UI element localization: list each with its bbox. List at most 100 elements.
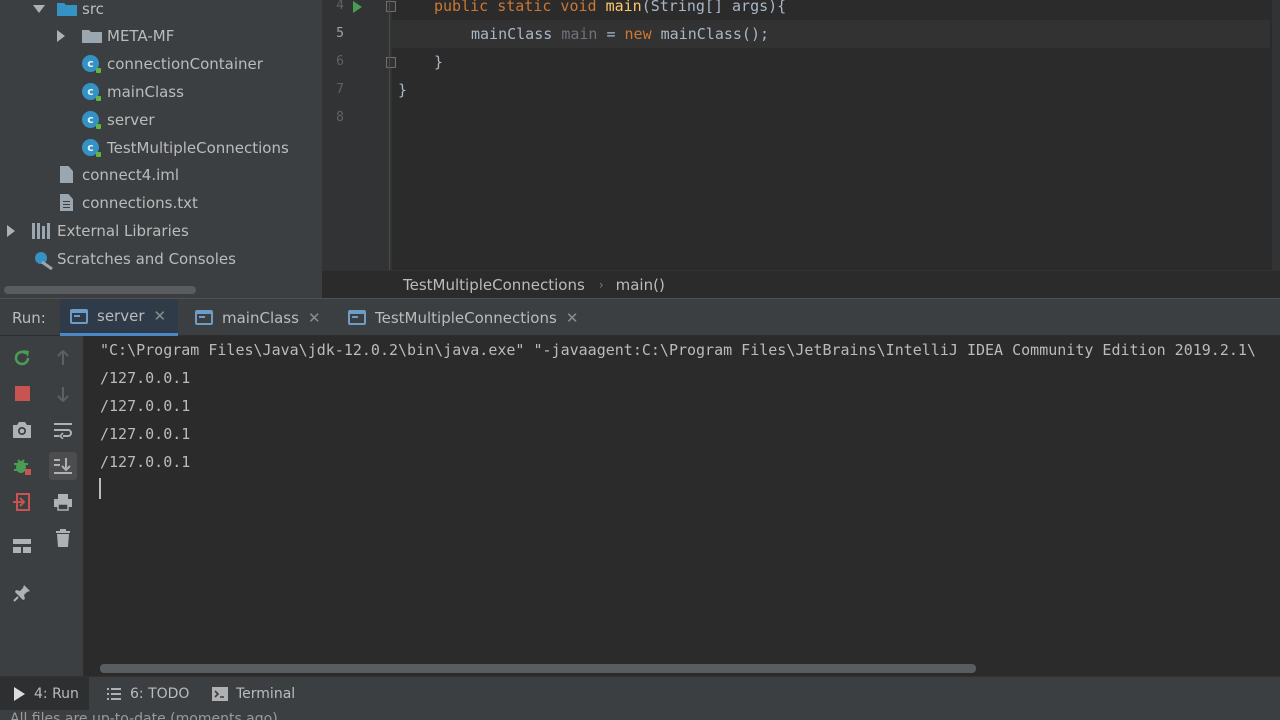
code-text: } bbox=[434, 53, 444, 71]
play-icon bbox=[14, 687, 25, 701]
fold-marker-icon[interactable] bbox=[386, 57, 396, 68]
horizontal-scrollbar[interactable] bbox=[100, 664, 976, 673]
run-tab-server[interactable]: server ✕ bbox=[60, 299, 179, 336]
method-name: main bbox=[605, 0, 642, 15]
line-number: 5 bbox=[336, 26, 344, 41]
tree-item-label: mainClass bbox=[107, 83, 184, 101]
tree-item-label: Scratches and Consoles bbox=[57, 250, 236, 268]
keyword: public static void bbox=[434, 0, 606, 15]
terminal-icon bbox=[212, 687, 228, 701]
trash-icon bbox=[56, 529, 70, 547]
scroll-to-end-button[interactable] bbox=[49, 452, 77, 480]
console-output-line: /127.0.0.1 bbox=[100, 369, 191, 387]
tool-window-bar: 4: Run 6: TODO Terminal bbox=[0, 676, 1280, 711]
layout-button[interactable] bbox=[8, 532, 36, 560]
tree-item-class[interactable]: c connectionContainer bbox=[0, 50, 322, 78]
line-number: 8 bbox=[336, 110, 344, 125]
fold-marker-icon[interactable] bbox=[386, 1, 396, 12]
arrow-up-icon bbox=[57, 350, 69, 365]
run-tab-label: server bbox=[97, 307, 145, 325]
scroll-up-button[interactable] bbox=[49, 344, 77, 372]
gutter-separator bbox=[389, 0, 390, 270]
rerun-button[interactable] bbox=[8, 344, 36, 372]
terminal-tool-button[interactable]: Terminal bbox=[212, 677, 295, 711]
chevron-down-icon[interactable] bbox=[33, 5, 45, 13]
exit-icon bbox=[13, 493, 30, 511]
run-tab-mainclass[interactable]: mainClass ✕ bbox=[185, 299, 321, 336]
code-text: = bbox=[597, 25, 625, 43]
horizontal-scrollbar[interactable] bbox=[4, 286, 196, 294]
run-tab-testmultipleconnections[interactable]: TestMultipleConnections ✕ bbox=[338, 299, 578, 336]
pin-icon bbox=[13, 585, 30, 602]
chevron-right-icon[interactable] bbox=[57, 30, 65, 42]
bug-icon bbox=[14, 459, 31, 475]
java-class-icon: c bbox=[82, 111, 101, 129]
tree-item-file[interactable]: connect4.iml bbox=[0, 161, 322, 189]
layout-icon bbox=[13, 539, 31, 553]
chevron-right-icon: › bbox=[598, 277, 604, 292]
console-output[interactable]: "C:\Program Files\Java\jdk-12.0.2\bin\ja… bbox=[84, 336, 1280, 676]
soft-wrap-button[interactable] bbox=[49, 416, 77, 444]
tree-item-meta-mf[interactable]: META-MF bbox=[0, 22, 322, 50]
stop-button[interactable] bbox=[8, 379, 36, 407]
printer-icon bbox=[54, 494, 72, 511]
arrow-down-icon bbox=[57, 387, 69, 402]
tree-item-label: TestMultipleConnections bbox=[107, 139, 289, 157]
stop-icon bbox=[14, 385, 30, 401]
restore-layout-button[interactable] bbox=[8, 488, 36, 516]
console-tab-icon bbox=[70, 308, 88, 324]
breadcrumb-item[interactable]: TestMultipleConnections bbox=[403, 276, 585, 294]
console-output-line: /127.0.0.1 bbox=[100, 397, 191, 415]
tree-item-src[interactable]: src bbox=[0, 0, 322, 23]
java-class-icon: c bbox=[82, 55, 101, 73]
run-tab-label: TestMultipleConnections bbox=[375, 308, 557, 327]
tree-item-file[interactable]: connections.txt bbox=[0, 189, 322, 217]
run-tool-window-header: Run: server ✕ mainClass ✕ TestMultipleCo… bbox=[0, 298, 1280, 336]
code-editor[interactable]: 4 5 6 7 8 public static void main (String… bbox=[322, 0, 1280, 270]
code-line: public static void main (String[] args){ bbox=[434, 0, 786, 20]
run-gutter-icon[interactable] bbox=[353, 1, 362, 13]
run-label: Run: bbox=[12, 309, 46, 327]
code-text: mainClass(); bbox=[660, 25, 770, 43]
clear-all-button[interactable] bbox=[49, 524, 77, 552]
tree-item-label: connect4.iml bbox=[82, 166, 180, 184]
print-button[interactable] bbox=[49, 488, 77, 516]
scroll-to-end-icon bbox=[54, 458, 72, 474]
project-tool-window: src META-MF c connectionContainer c main… bbox=[0, 0, 322, 298]
close-icon[interactable]: ✕ bbox=[566, 309, 579, 327]
tree-item-scratches[interactable]: Scratches and Consoles bbox=[0, 245, 322, 273]
breadcrumb-item[interactable]: main() bbox=[616, 276, 665, 294]
code-line: } bbox=[434, 48, 443, 76]
camera-icon bbox=[13, 422, 31, 438]
pin-tab-button[interactable] bbox=[8, 579, 36, 607]
tree-item-external-libraries[interactable]: External Libraries bbox=[0, 217, 322, 245]
tree-item-class[interactable]: c TestMultipleConnections bbox=[0, 134, 322, 162]
debug-button[interactable] bbox=[8, 452, 36, 480]
console-tab-icon bbox=[348, 310, 366, 325]
text-caret bbox=[99, 478, 101, 499]
console-tab-icon bbox=[195, 310, 213, 325]
scroll-down-button[interactable] bbox=[49, 380, 77, 408]
tree-item-class[interactable]: c mainClass bbox=[0, 78, 322, 106]
vertical-scrollbar[interactable] bbox=[1272, 0, 1280, 270]
line-number: 6 bbox=[336, 54, 344, 69]
tree-item-class[interactable]: c server bbox=[0, 106, 322, 134]
tree-item-label: src bbox=[82, 0, 104, 18]
dump-threads-button[interactable] bbox=[8, 416, 36, 444]
keyword: new bbox=[624, 25, 661, 43]
breadcrumb: TestMultipleConnections › main() bbox=[322, 270, 1280, 298]
soft-wrap-icon bbox=[54, 423, 72, 439]
console-output-line: /127.0.0.1 bbox=[100, 453, 191, 471]
tree-item-label: External Libraries bbox=[57, 222, 189, 240]
tool-button-label: 6: TODO bbox=[130, 686, 190, 702]
chevron-right-icon[interactable] bbox=[7, 225, 15, 237]
list-icon bbox=[107, 688, 121, 700]
tree-item-label: connectionContainer bbox=[107, 55, 263, 73]
todo-tool-button[interactable]: 6: TODO bbox=[106, 677, 189, 711]
run-tool-button[interactable]: 4: Run bbox=[0, 677, 89, 711]
iml-file-icon bbox=[60, 166, 73, 183]
editor-gutter: 4 5 6 7 8 bbox=[322, 0, 396, 270]
close-icon[interactable]: ✕ bbox=[153, 307, 166, 325]
close-icon[interactable]: ✕ bbox=[308, 309, 321, 327]
code-line-current: mainClass main = new mainClass(); bbox=[392, 20, 1270, 48]
